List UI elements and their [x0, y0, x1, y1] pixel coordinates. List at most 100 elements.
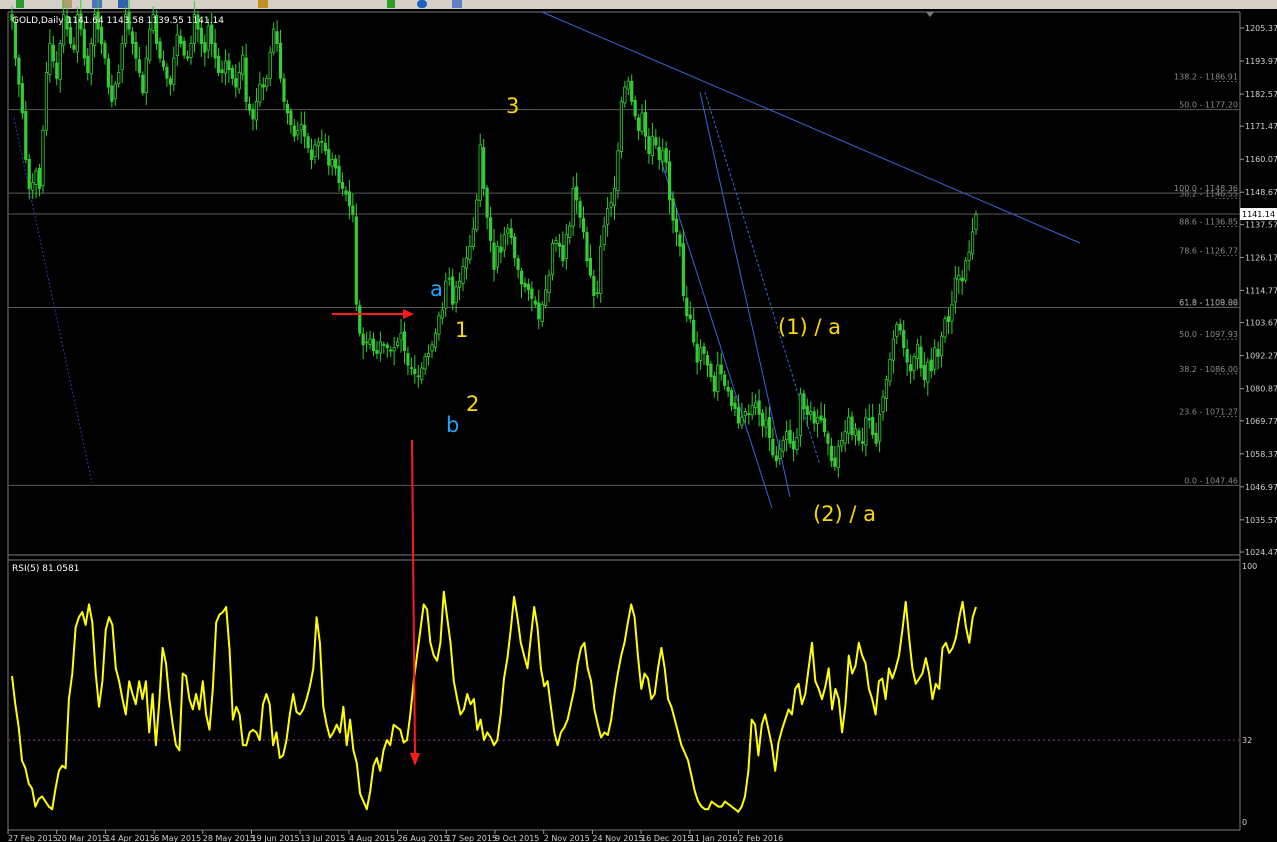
candle-body [144, 57, 148, 93]
candle-body [733, 402, 737, 409]
candle-body [413, 368, 417, 375]
wave-label-3: 3 [506, 94, 519, 118]
candle-body [853, 428, 858, 436]
price-tick-label: 1160.07 [1245, 155, 1277, 164]
candle-body [888, 358, 892, 382]
fib-level-label: 50.0 - 1097.93 [1179, 330, 1238, 339]
candle-body [791, 440, 796, 450]
candle-body [533, 300, 537, 305]
candle-body [719, 364, 723, 375]
candle-body [365, 341, 369, 344]
candle-body [544, 289, 548, 306]
candle-body [34, 170, 38, 185]
candle-body [878, 413, 882, 442]
candle-body [557, 242, 562, 247]
candle-body [440, 309, 444, 319]
candle-body [798, 393, 803, 436]
candle-body [881, 396, 885, 413]
candle-body [402, 331, 407, 351]
candle-body [933, 347, 937, 370]
time-tick-label: 19 Jun 2015 [252, 834, 300, 842]
price-tick-label: 1103.67 [1245, 319, 1277, 328]
candle-body [712, 375, 716, 392]
candle-body [175, 34, 179, 56]
candle-body [106, 58, 110, 88]
candle-body [781, 439, 785, 452]
candle-body [244, 57, 248, 102]
price-tick-label: 1182.57 [1245, 90, 1277, 99]
candle-body [822, 417, 827, 433]
candle-body [939, 335, 944, 357]
candle-body [974, 214, 978, 230]
candle-body [964, 260, 968, 281]
candle-body [688, 314, 692, 320]
candle-body [612, 187, 617, 206]
candle-body [213, 42, 217, 59]
fib-level-label: 88.6 - 1136.85 [1179, 217, 1238, 226]
candle-body [647, 136, 651, 155]
candle-body [227, 60, 231, 71]
candle-body [578, 201, 582, 218]
price-tick-label: 1171.47 [1245, 122, 1277, 131]
wave-label-2: 2 [466, 392, 479, 416]
candle-body [678, 234, 682, 247]
candle-body [599, 245, 603, 294]
time-tick-label: 16 Dec 2015 [641, 834, 692, 842]
candle-body [729, 390, 734, 407]
candle-body [747, 413, 751, 416]
candle-body [581, 218, 586, 233]
candle-body [141, 74, 145, 94]
candle-body [905, 349, 909, 363]
candle-body [919, 346, 923, 369]
candle-body [950, 303, 954, 322]
candle-body [902, 330, 906, 349]
candle-body [282, 78, 286, 102]
candle [964, 257, 968, 284]
fib-level-label: 50.0 - 1177.20 [1179, 101, 1238, 110]
fib-level-label: 38.2 - 1086.00 [1179, 365, 1238, 374]
candle-body [640, 112, 644, 132]
fib-level-label: 61.8 - 1108.88 [1179, 298, 1238, 307]
candle-body [643, 112, 648, 137]
wave-label-1-a: (1) / a [778, 315, 841, 339]
time-tick-label: 24 Nov 2015 [592, 834, 643, 842]
time-tick-label: 4 Aug 2015 [349, 834, 395, 842]
candle-body [840, 439, 844, 447]
candle [550, 239, 555, 281]
candle-body [206, 25, 210, 51]
candle-body [609, 202, 613, 208]
candle-body [667, 161, 672, 201]
candle-body [833, 457, 837, 467]
candle-body [241, 54, 245, 75]
candle-body [485, 187, 489, 218]
candle-body [161, 60, 166, 68]
candle-body [55, 62, 59, 79]
candle-body [970, 231, 975, 255]
candle-body [709, 363, 713, 378]
rsi-tick-label: 0 [1242, 818, 1247, 827]
candle-body [488, 217, 493, 241]
price-tick-label: 1137.57 [1245, 220, 1277, 229]
candle-body [495, 245, 500, 268]
candle-body [681, 243, 685, 296]
chart-canvas[interactable]: 138.2 - 1186.9150.0 - 1177.20100.0 - 114… [0, 0, 1277, 842]
candle-body [113, 83, 117, 100]
candle-body [254, 101, 259, 121]
candle-body [468, 245, 472, 261]
candle-body [320, 140, 324, 143]
candle-body [223, 60, 228, 74]
candle-body [595, 292, 599, 295]
candle-body [723, 374, 727, 386]
candle-body [509, 228, 513, 239]
candle-body [234, 78, 238, 88]
candle-body [499, 246, 503, 253]
candle-body [547, 274, 551, 293]
candle-body [444, 280, 448, 309]
price-tick-label: 1024.47 [1245, 548, 1277, 557]
candle-body [278, 42, 283, 79]
candle-body [48, 43, 52, 75]
candle-body [44, 72, 49, 131]
candle-body [785, 431, 789, 440]
candle-body [103, 42, 107, 59]
candle-body [740, 416, 744, 426]
